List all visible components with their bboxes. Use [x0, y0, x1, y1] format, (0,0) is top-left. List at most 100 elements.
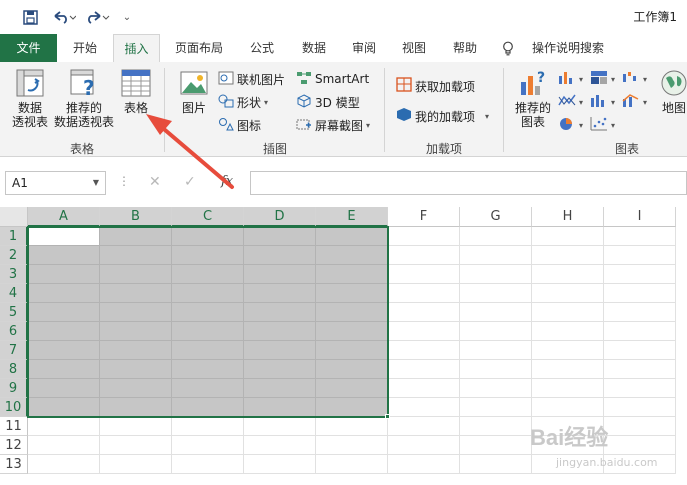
cell-B2[interactable]	[100, 246, 172, 265]
row-header-2[interactable]: 2	[0, 246, 28, 265]
cell-H7[interactable]	[532, 341, 604, 360]
cell-C3[interactable]	[172, 265, 244, 284]
cell-F1[interactable]	[388, 227, 460, 246]
tab-file[interactable]: 文件	[0, 34, 57, 62]
cell-B5[interactable]	[100, 303, 172, 322]
cell-C13[interactable]	[172, 455, 244, 474]
cell-D3[interactable]	[244, 265, 316, 284]
cell-C12[interactable]	[172, 436, 244, 455]
cell-F7[interactable]	[388, 341, 460, 360]
chevron-down-icon[interactable]: ▼	[93, 172, 99, 194]
smartart-button[interactable]: SmartArt	[296, 69, 369, 89]
cell-A3[interactable]	[28, 265, 100, 284]
column-header-C[interactable]: C	[172, 207, 244, 227]
cell-E3[interactable]	[316, 265, 388, 284]
cell-G4[interactable]	[460, 284, 532, 303]
tab-data[interactable]: 数据	[292, 34, 336, 62]
cell-H4[interactable]	[532, 284, 604, 303]
cell-A4[interactable]	[28, 284, 100, 303]
cell-H8[interactable]	[532, 360, 604, 379]
cell-I10[interactable]	[604, 398, 676, 417]
cell-C1[interactable]	[172, 227, 244, 246]
cell-E2[interactable]	[316, 246, 388, 265]
cell-B7[interactable]	[100, 341, 172, 360]
tab-page-layout[interactable]: 页面布局	[166, 34, 232, 62]
cell-G10[interactable]	[460, 398, 532, 417]
column-chart-button[interactable]: ▾	[558, 69, 583, 89]
pivot-table-button[interactable]: 数据 透视表	[10, 68, 50, 129]
scatter-chart-button[interactable]: ▾	[590, 115, 615, 135]
cell-I1[interactable]	[604, 227, 676, 246]
cell-B13[interactable]	[100, 455, 172, 474]
screenshot-button[interactable]: 屏幕截图 ▾	[296, 115, 370, 135]
cell-A9[interactable]	[28, 379, 100, 398]
cell-B6[interactable]	[100, 322, 172, 341]
shapes-button[interactable]: 形状 ▾	[218, 92, 268, 112]
cell-G3[interactable]	[460, 265, 532, 284]
cell-E5[interactable]	[316, 303, 388, 322]
cell-E10[interactable]	[316, 398, 388, 417]
row-header-13[interactable]: 13	[0, 455, 28, 474]
recommended-charts-button[interactable]: ? 推荐的 图表	[512, 68, 554, 129]
row-header-7[interactable]: 7	[0, 341, 28, 360]
row-header-4[interactable]: 4	[0, 284, 28, 303]
tab-home[interactable]: 开始	[62, 34, 108, 62]
row-header-11[interactable]: 11	[0, 417, 28, 436]
cell-E7[interactable]	[316, 341, 388, 360]
cell-I7[interactable]	[604, 341, 676, 360]
column-header-E[interactable]: E	[316, 207, 388, 227]
cell-B3[interactable]	[100, 265, 172, 284]
cell-F9[interactable]	[388, 379, 460, 398]
cell-C6[interactable]	[172, 322, 244, 341]
cell-B8[interactable]	[100, 360, 172, 379]
cell-G7[interactable]	[460, 341, 532, 360]
column-header-H[interactable]: H	[532, 207, 604, 227]
cell-C7[interactable]	[172, 341, 244, 360]
cell-E11[interactable]	[316, 417, 388, 436]
insert-function-icon[interactable]: fx	[221, 174, 233, 189]
cell-D5[interactable]	[244, 303, 316, 322]
cell-B10[interactable]	[100, 398, 172, 417]
online-pictures-button[interactable]: 联机图片	[218, 69, 285, 89]
cell-D9[interactable]	[244, 379, 316, 398]
cell-D13[interactable]	[244, 455, 316, 474]
cancel-icon[interactable]: ✕	[149, 174, 161, 190]
recommended-pivot-button[interactable]: ? 推荐的 数据透视表	[52, 68, 116, 129]
cell-A6[interactable]	[28, 322, 100, 341]
cell-H5[interactable]	[532, 303, 604, 322]
row-header-1[interactable]: 1	[0, 227, 28, 246]
cell-E9[interactable]	[316, 379, 388, 398]
row-header-6[interactable]: 6	[0, 322, 28, 341]
row-header-9[interactable]: 9	[0, 379, 28, 398]
statistic-chart-button[interactable]: ▾	[590, 92, 615, 112]
cell-A12[interactable]	[28, 436, 100, 455]
tab-formulas[interactable]: 公式	[240, 34, 284, 62]
cell-D6[interactable]	[244, 322, 316, 341]
cell-F4[interactable]	[388, 284, 460, 303]
cell-A7[interactable]	[28, 341, 100, 360]
cell-B12[interactable]	[100, 436, 172, 455]
cell-F5[interactable]	[388, 303, 460, 322]
save-icon[interactable]	[20, 7, 40, 27]
cell-E6[interactable]	[316, 322, 388, 341]
cell-F6[interactable]	[388, 322, 460, 341]
cell-A5[interactable]	[28, 303, 100, 322]
select-all-corner[interactable]	[0, 207, 28, 227]
cell-I3[interactable]	[604, 265, 676, 284]
cell-E13[interactable]	[316, 455, 388, 474]
cell-G9[interactable]	[460, 379, 532, 398]
cell-I9[interactable]	[604, 379, 676, 398]
cell-D10[interactable]	[244, 398, 316, 417]
column-header-I[interactable]: I	[604, 207, 676, 227]
cell-I4[interactable]	[604, 284, 676, 303]
cell-F11[interactable]	[388, 417, 460, 436]
maps-button[interactable]: 地图	[657, 68, 687, 115]
name-box[interactable]: A1 ▼	[5, 171, 106, 195]
undo-icon[interactable]	[50, 7, 78, 27]
cell-D11[interactable]	[244, 417, 316, 436]
redo-icon[interactable]	[84, 7, 112, 27]
cell-C11[interactable]	[172, 417, 244, 436]
cell-D8[interactable]	[244, 360, 316, 379]
combo-chart-button[interactable]: ▾	[622, 92, 647, 112]
cell-D12[interactable]	[244, 436, 316, 455]
